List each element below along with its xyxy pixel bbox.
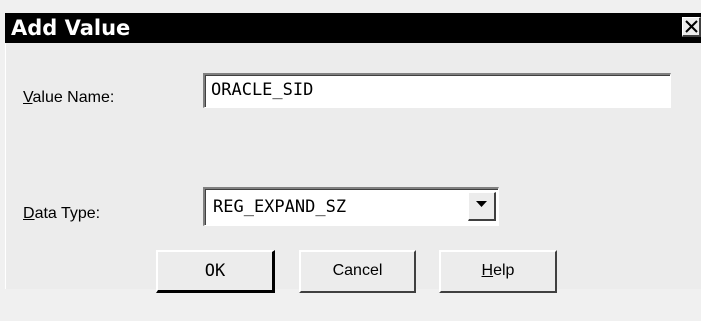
help-button[interactable]: Help: [439, 250, 557, 293]
ok-button[interactable]: OK: [156, 250, 275, 293]
help-button-label: elp: [493, 262, 515, 279]
add-value-dialog: Add Value Value Name: ORACLE_SID Data Ty…: [0, 0, 701, 321]
ok-button-label: OK: [204, 261, 226, 281]
cancel-button[interactable]: Cancel: [299, 250, 416, 293]
help-button-accelerator: H: [481, 262, 494, 279]
value-name-input[interactable]: ORACLE_SID: [203, 73, 671, 108]
title-bar[interactable]: Add Value: [5, 13, 701, 43]
close-icon: [685, 20, 698, 33]
chevron-down-icon: [476, 201, 487, 207]
close-button[interactable]: [682, 17, 701, 37]
value-name-label: Value Name:: [23, 89, 115, 106]
data-type-select[interactable]: REG_EXPAND_SZ: [203, 187, 499, 226]
data-type-selected-value: REG_EXPAND_SZ: [213, 197, 347, 217]
dialog-body: Value Name: ORACLE_SID Data Type: REG_EX…: [5, 43, 701, 293]
dialog-title: Add Value: [11, 16, 131, 40]
cancel-button-label: Cancel: [332, 262, 383, 279]
data-type-dropdown-button[interactable]: [468, 192, 496, 221]
data-type-label: Data Type:: [23, 205, 101, 222]
